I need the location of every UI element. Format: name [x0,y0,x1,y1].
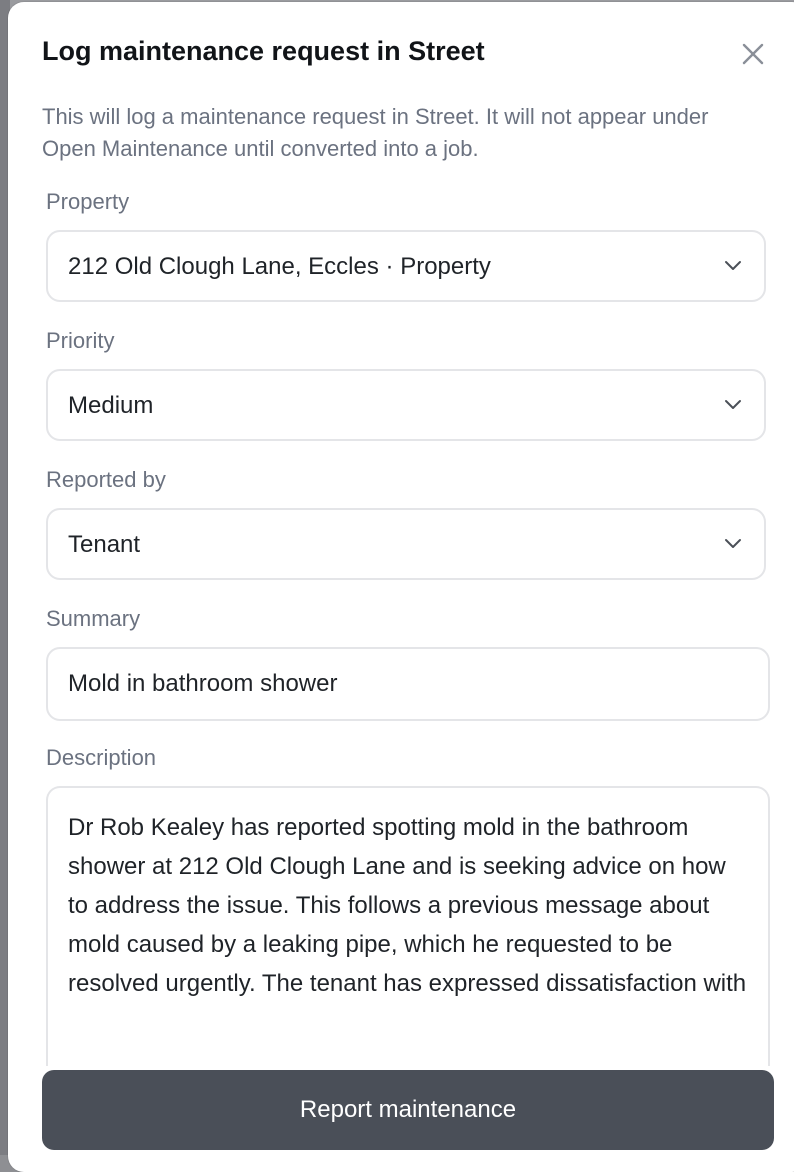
dialog-title: Log maintenance request in Street [42,36,485,66]
chevron-down-icon [725,261,741,270]
priority-label: Priority [46,328,115,353]
property-select-value: 212 Old Clough Lane, Eccles · Property [68,253,491,280]
property-label: Property [46,189,130,214]
summary-input[interactable] [46,647,770,721]
report-maintenance-button[interactable]: Report maintenance [42,1070,774,1150]
description-text: Dr Rob Kealey has reported spotting mold… [68,814,747,997]
reported-by-select-value: Tenant [68,531,141,558]
reported-by-label: Reported by [46,467,166,492]
description-label: Description [46,745,157,770]
summary-label: Summary [46,606,141,631]
priority-select-value: Medium [68,392,154,419]
maintenance-dialog: Log maintenance request in Street This w… [8,2,794,1172]
description-textarea[interactable]: Dr Rob Kealey has reported spotting mold… [46,786,770,1066]
dialog-subtitle: This will log a maintenance request in S… [42,104,709,161]
chevron-down-icon [725,539,741,548]
reported-by-select[interactable]: Tenant [46,508,766,580]
close-icon [742,43,764,65]
close-button[interactable] [739,40,767,68]
priority-select[interactable]: Medium [46,369,766,441]
chevron-down-icon [725,400,741,409]
property-select[interactable]: 212 Old Clough Lane, Eccles · Property [46,230,766,302]
